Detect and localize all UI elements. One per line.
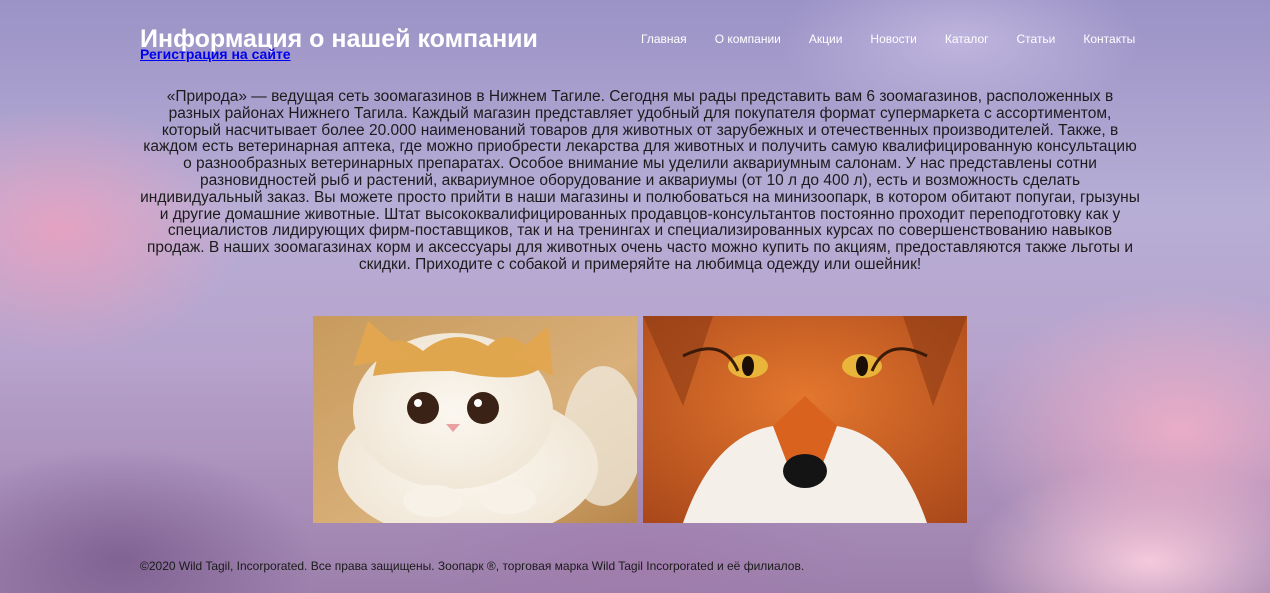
register-link[interactable]: Регистрация на сайте — [140, 46, 291, 62]
nav-item-contacts[interactable]: Контакты — [1069, 32, 1149, 46]
nav-item-articles[interactable]: Статьи — [1003, 32, 1070, 46]
nav-item-about[interactable]: О компании — [701, 32, 795, 46]
nav-item-news[interactable]: Новости — [856, 32, 930, 46]
nav-item-promotions[interactable]: Акции — [795, 32, 857, 46]
cat-photo — [313, 316, 637, 523]
nav-item-home[interactable]: Главная — [627, 32, 701, 46]
main-nav: Главная О компании Акции Новости Каталог… — [627, 32, 1149, 46]
photo-gallery — [313, 316, 967, 523]
nav-item-catalog[interactable]: Каталог — [931, 32, 1003, 46]
footer-copyright: ©2020 Wild Tagil, Incorporated. Все прав… — [140, 559, 805, 573]
company-description: «Природа» — ведущая сеть зоомагазинов в … — [140, 88, 1140, 273]
fox-photo — [643, 316, 967, 523]
